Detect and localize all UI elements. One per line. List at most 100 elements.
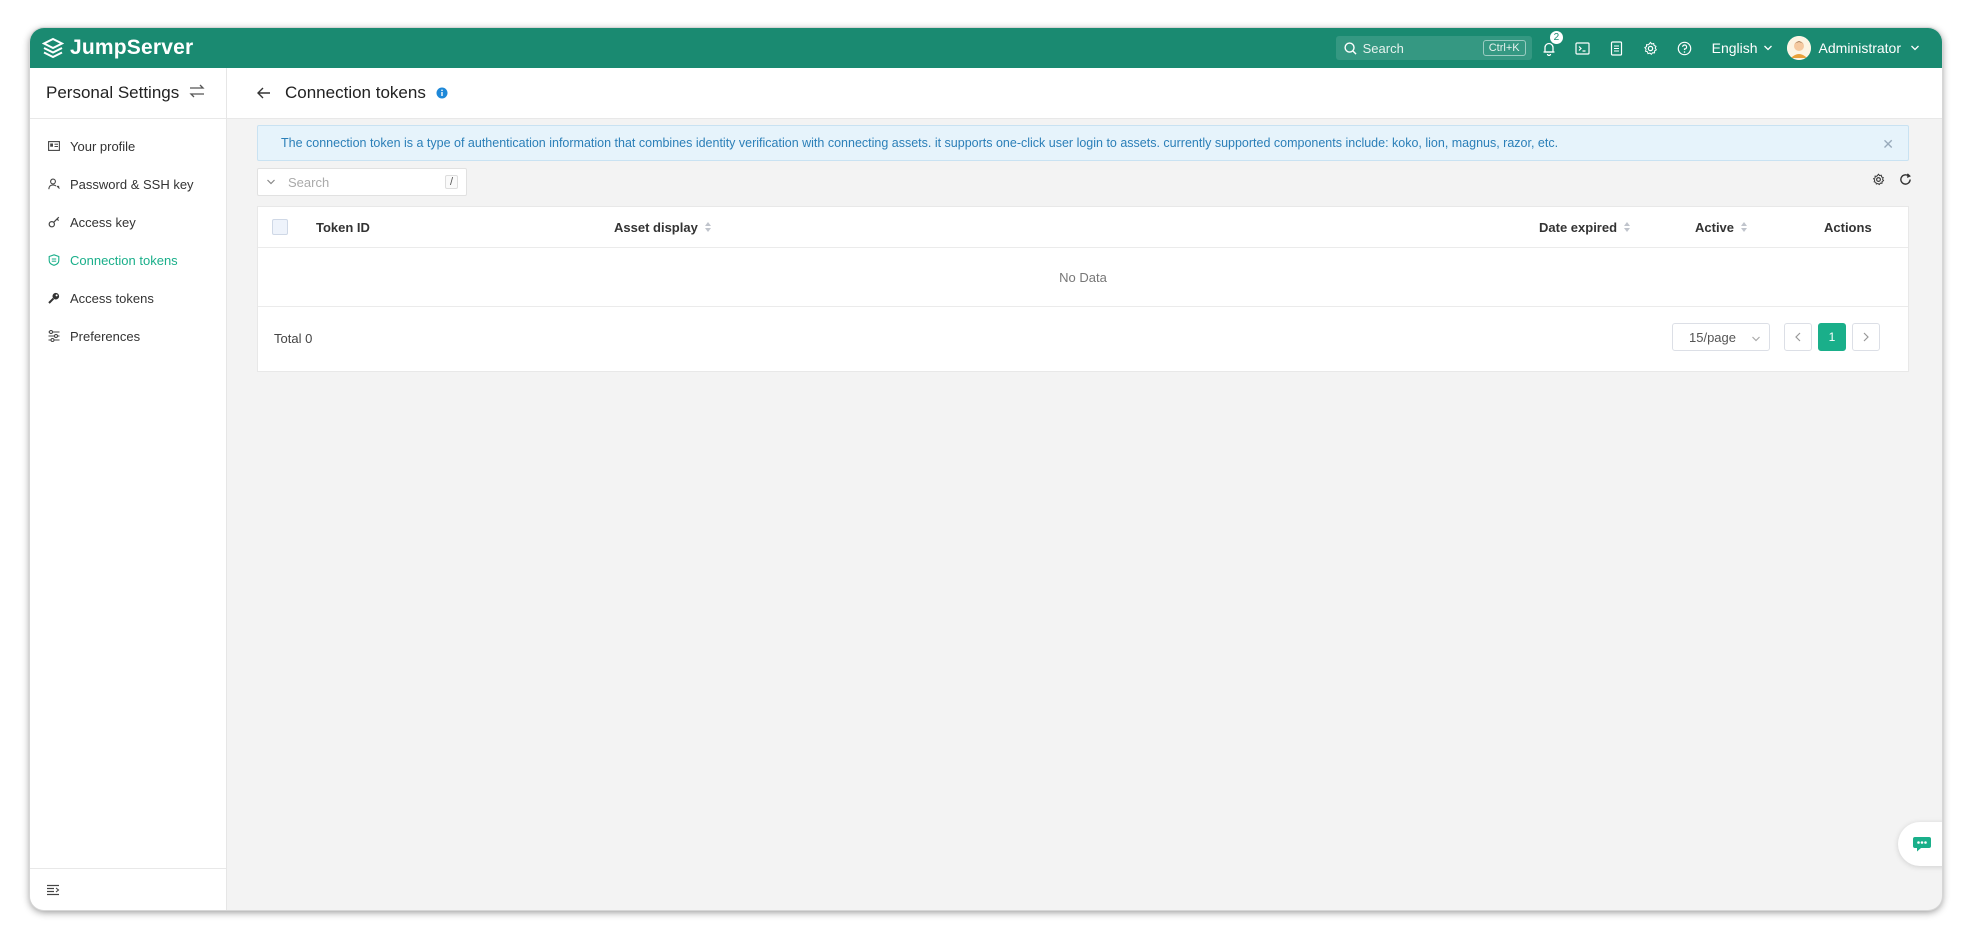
info-alert: The connection token is a type of authen… bbox=[257, 125, 1909, 161]
sliders-icon bbox=[48, 330, 60, 342]
arrow-left-icon bbox=[257, 87, 270, 99]
column-label: Active bbox=[1695, 219, 1735, 235]
help-icon bbox=[1677, 41, 1692, 55]
language-label: English bbox=[1711, 40, 1758, 56]
column-label: Token ID bbox=[316, 219, 370, 235]
info-icon[interactable] bbox=[436, 87, 448, 99]
refresh-button[interactable] bbox=[1899, 173, 1912, 186]
sidebar-item-label: Preferences bbox=[70, 328, 141, 344]
sidebar-item-access-tokens[interactable]: Access tokens bbox=[30, 279, 226, 317]
menu-collapse-icon bbox=[47, 884, 60, 895]
sidebar-item-label: Your profile bbox=[70, 138, 136, 154]
search-shortcut-hint: / bbox=[444, 175, 458, 189]
page-header: Connection tokens bbox=[227, 68, 1942, 119]
prev-page-button[interactable] bbox=[1784, 323, 1812, 351]
page-title: Connection tokens bbox=[285, 83, 426, 102]
sidebar-header: Personal Settings bbox=[30, 68, 226, 119]
table-settings-button[interactable] bbox=[1872, 173, 1885, 186]
global-search-placeholder: Search bbox=[1362, 40, 1404, 56]
column-header-active[interactable]: Active bbox=[1695, 207, 1748, 247]
sidebar-item-your-profile[interactable]: Your profile bbox=[30, 127, 226, 165]
user-name: Administrator bbox=[1818, 40, 1901, 56]
table-search-placeholder: Search bbox=[288, 174, 330, 190]
table-search-input[interactable]: Search / bbox=[257, 168, 467, 196]
column-label: Actions bbox=[1824, 219, 1872, 235]
top-navbar: JumpServer Search Ctrl+K 2 English Admin… bbox=[30, 28, 1942, 68]
avatar bbox=[1786, 36, 1811, 60]
gear-icon bbox=[1872, 173, 1885, 186]
sidebar-item-password-ssh-key[interactable]: Password & SSH key bbox=[30, 165, 226, 203]
global-search[interactable]: Search Ctrl+K bbox=[1335, 36, 1532, 60]
web-terminal-button[interactable] bbox=[1566, 28, 1600, 68]
search-shortcut: Ctrl+K bbox=[1482, 40, 1526, 56]
sidebar: Personal Settings Your profile Password … bbox=[30, 68, 227, 910]
document-list-icon bbox=[1611, 40, 1623, 56]
empty-state: No Data bbox=[258, 248, 1908, 307]
app-name: JumpServer bbox=[70, 36, 194, 59]
wrench-key-icon bbox=[48, 292, 60, 304]
back-button[interactable] bbox=[257, 87, 271, 99]
sidebar-item-preferences[interactable]: Preferences bbox=[30, 317, 226, 355]
page-number-button[interactable]: 1 bbox=[1818, 323, 1846, 351]
key-icon bbox=[48, 216, 60, 228]
top-right-toolbar: Search Ctrl+K 2 English Administrator bbox=[1335, 28, 1942, 68]
tokens-table: Token ID Asset display Date expired Acti… bbox=[257, 206, 1909, 372]
notification-badge: 2 bbox=[1549, 31, 1564, 44]
chevron-down-icon bbox=[1911, 45, 1919, 51]
user-avatar-icon bbox=[1786, 36, 1811, 60]
gear-icon bbox=[1644, 41, 1658, 55]
page-size-value: 15/page bbox=[1689, 329, 1736, 345]
column-header-actions: Actions bbox=[1824, 207, 1872, 247]
column-header-asset-display[interactable]: Asset display bbox=[614, 207, 712, 247]
column-header-date-expired[interactable]: Date expired bbox=[1539, 207, 1631, 247]
tickets-button[interactable] bbox=[1600, 28, 1634, 68]
app-window: JumpServer Search Ctrl+K 2 English Admin… bbox=[30, 28, 1942, 910]
next-page-button[interactable] bbox=[1852, 323, 1880, 351]
language-selector[interactable]: English bbox=[1712, 40, 1773, 56]
refresh-icon bbox=[1900, 173, 1911, 185]
jumpserver-logo-icon bbox=[42, 37, 64, 59]
sort-icon[interactable] bbox=[1623, 221, 1631, 233]
collapse-sidebar-button[interactable] bbox=[30, 868, 226, 910]
sort-icon[interactable] bbox=[704, 221, 712, 233]
user-menu[interactable]: Administrator bbox=[1786, 36, 1920, 60]
column-header-token-id: Token ID bbox=[316, 207, 370, 247]
chevron-down-icon bbox=[1751, 332, 1761, 347]
table-header: Token ID Asset display Date expired Acti… bbox=[258, 207, 1908, 248]
select-all-checkbox[interactable] bbox=[272, 207, 288, 247]
switch-view-button[interactable] bbox=[189, 83, 205, 103]
token-icon bbox=[48, 254, 60, 266]
sidebar-title: Personal Settings bbox=[46, 83, 180, 102]
chat-assistant-button[interactable] bbox=[1898, 822, 1942, 866]
column-label: Asset display bbox=[614, 219, 698, 235]
help-button[interactable] bbox=[1668, 28, 1702, 68]
column-label: Date expired bbox=[1539, 219, 1618, 235]
logo[interactable]: JumpServer bbox=[42, 36, 193, 60]
chevron-right-icon bbox=[1863, 332, 1869, 342]
close-icon[interactable]: ✕ bbox=[1882, 136, 1894, 153]
main-content: Connection tokens The connection token i… bbox=[227, 68, 1942, 910]
terminal-icon bbox=[1575, 41, 1590, 55]
search-icon bbox=[1344, 41, 1357, 55]
settings-button[interactable] bbox=[1634, 28, 1668, 68]
id-card-icon bbox=[48, 140, 60, 152]
sort-icon[interactable] bbox=[1740, 221, 1748, 233]
table-tools bbox=[1858, 173, 1912, 186]
chevron-down-icon bbox=[267, 179, 275, 185]
sidebar-item-access-key[interactable]: Access key bbox=[30, 203, 226, 241]
notifications-button[interactable]: 2 bbox=[1532, 28, 1566, 68]
sidebar-item-label: Password & SSH key bbox=[70, 176, 194, 192]
sidebar-item-label: Access key bbox=[70, 214, 136, 230]
checkbox[interactable] bbox=[272, 219, 288, 235]
swap-arrows-icon bbox=[189, 84, 205, 98]
total-count: Total 0 bbox=[274, 331, 313, 346]
chat-bubble-icon bbox=[1913, 837, 1931, 852]
page-size-select[interactable]: 15/page bbox=[1672, 323, 1770, 351]
sidebar-item-label: Access tokens bbox=[70, 290, 154, 306]
sidebar-item-label: Connection tokens bbox=[70, 252, 178, 268]
chevron-left-icon bbox=[1795, 332, 1801, 342]
table-footer: Total 0 15/page 1 bbox=[258, 307, 1908, 371]
chevron-down-icon bbox=[1763, 45, 1772, 51]
user-key-icon bbox=[48, 178, 60, 190]
sidebar-item-connection-tokens[interactable]: Connection tokens bbox=[30, 241, 226, 279]
